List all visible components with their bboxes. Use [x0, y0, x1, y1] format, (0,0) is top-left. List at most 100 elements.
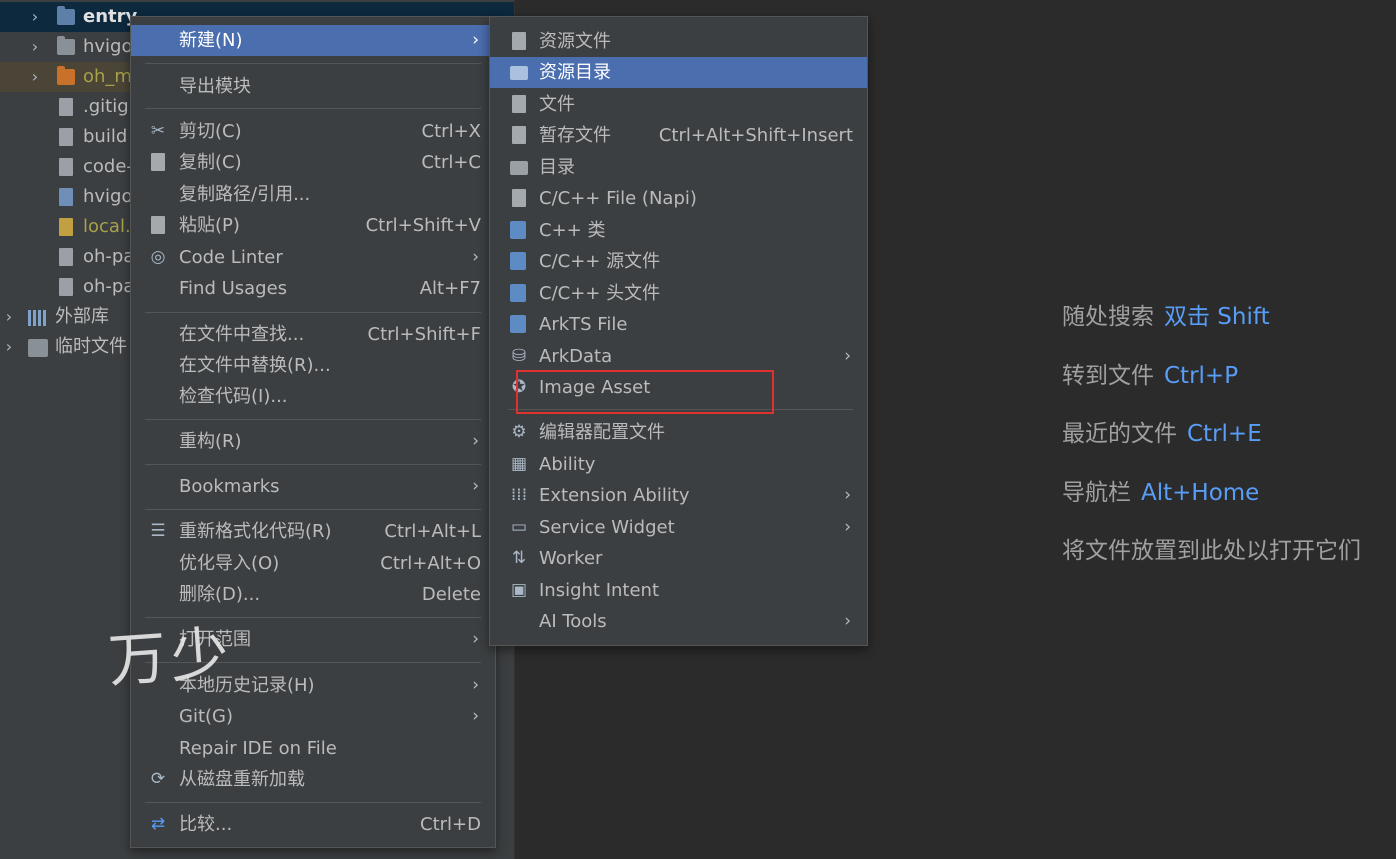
submenu-arrow-icon: ›	[844, 611, 851, 631]
menu-item-shortcut: Ctrl+X	[421, 121, 481, 142]
hint-shortcut: 双击 Shift	[1164, 304, 1270, 330]
menu-item-extension-ability[interactable]: ⁞⁞⁞ Extension Ability ›	[490, 480, 867, 511]
menu-item-cpp-class[interactable]: C++ 类	[490, 215, 867, 246]
menu-item-cut[interactable]: ✂ 剪切(C) Ctrl+X	[131, 116, 495, 147]
hint-shortcut: Ctrl+P	[1164, 363, 1239, 389]
cpp-header-icon	[510, 284, 526, 302]
menu-item-compare[interactable]: ⇄ 比较... Ctrl+D	[131, 809, 495, 840]
menu-item-label: AI Tools	[539, 611, 607, 632]
hint-shortcut: Ctrl+E	[1187, 421, 1262, 447]
copy-icon	[151, 153, 165, 171]
menu-item-inspect-code[interactable]: 检查代码(I)...	[131, 381, 495, 412]
paste-icon	[151, 216, 165, 234]
menu-item-shortcut: Ctrl+Shift+F	[367, 324, 481, 345]
menu-item-label: 编辑器配置文件	[539, 422, 665, 443]
menu-item-copy[interactable]: 复制(C) Ctrl+C	[131, 147, 495, 178]
menu-item-optimize-imports[interactable]: 优化导入(O) Ctrl+Alt+O	[131, 548, 495, 579]
menu-item-git[interactable]: Git(G) ›	[131, 701, 495, 732]
menu-item-cpp-header[interactable]: C/C++ 头文件	[490, 278, 867, 309]
folder-icon	[57, 66, 75, 85]
cpp-source-icon	[510, 252, 526, 270]
menu-item-replace-in-files[interactable]: 在文件中替换(R)...	[131, 350, 495, 381]
menu-item-insight-intent[interactable]: ▣ Insight Intent	[490, 575, 867, 606]
menu-item-editorconfig[interactable]: ⚙ 编辑器配置文件	[490, 417, 867, 448]
menu-separator	[145, 509, 481, 510]
folder-icon	[57, 36, 75, 55]
menu-item-file[interactable]: 文件	[490, 89, 867, 120]
menu-item-directory[interactable]: 目录	[490, 152, 867, 183]
extension-ability-icon: ⁞⁞⁞	[510, 485, 528, 505]
menu-item-service-widget[interactable]: ▭ Service Widget ›	[490, 512, 867, 543]
menu-item-scratch-file[interactable]: 暂存文件 Ctrl+Alt+Shift+Insert	[490, 120, 867, 151]
file-icon	[59, 98, 73, 116]
menu-item-arkdata[interactable]: ⛁ ArkData ›	[490, 341, 867, 372]
menu-item-bookmarks[interactable]: Bookmarks ›	[131, 471, 495, 502]
ts-file-icon	[59, 188, 73, 206]
reformat-icon: ☰	[150, 521, 166, 541]
submenu-arrow-icon: ›	[472, 675, 479, 695]
menu-item-label: 在文件中查找...	[179, 324, 305, 345]
menu-item-resource-directory[interactable]: 资源目录	[490, 57, 867, 88]
expand-arrow-icon[interactable]: ›	[28, 2, 42, 32]
tree-item-label: local.	[83, 216, 131, 237]
config-file-icon	[59, 128, 73, 146]
hint-drop-files: 将文件放置到此处以打开它们	[1062, 531, 1361, 565]
menu-item-label: Worker	[539, 548, 603, 569]
hint-text: 导航栏	[1062, 480, 1131, 506]
menu-item-label: 资源文件	[539, 31, 611, 52]
hint-search-everywhere: 随处搜索 双击 Shift	[1062, 297, 1270, 331]
menu-item-cpp-source[interactable]: C/C++ 源文件	[490, 246, 867, 277]
menu-item-label: 复制路径/引用...	[179, 184, 311, 205]
menu-item-find-in-files[interactable]: 在文件中查找... Ctrl+Shift+F	[131, 319, 495, 350]
reload-icon: ⟳	[150, 769, 166, 789]
menu-item-label: 在文件中替换(R)...	[179, 355, 331, 376]
menu-item-label: 新建(N)	[179, 30, 243, 51]
properties-file-icon	[59, 218, 73, 236]
menu-item-ai-tools[interactable]: AI Tools ›	[490, 606, 867, 637]
cpp-class-icon	[510, 221, 526, 239]
menu-item-find-usages[interactable]: Find Usages Alt+F7	[131, 273, 495, 304]
menu-item-copy-path[interactable]: 复制路径/引用...	[131, 179, 495, 210]
menu-item-label: 从磁盘重新加载	[179, 769, 305, 790]
menu-item-shortcut: Ctrl+C	[421, 152, 481, 173]
menu-item-repair-ide[interactable]: Repair IDE on File	[131, 733, 495, 764]
expand-arrow-icon[interactable]: ›	[28, 62, 42, 92]
c-file-icon	[512, 189, 526, 207]
menu-item-reformat-code[interactable]: ☰ 重新格式化代码(R) Ctrl+Alt+L	[131, 516, 495, 547]
menu-item-label: 粘贴(P)	[179, 215, 240, 236]
menu-item-ability[interactable]: ▦ Ability	[490, 449, 867, 480]
menu-item-export-module[interactable]: 导出模块	[131, 71, 495, 102]
menu-item-shortcut: Ctrl+Alt+O	[380, 553, 481, 574]
menu-item-label: C/C++ 头文件	[539, 283, 661, 304]
menu-item-code-linter[interactable]: ◎ Code Linter ›	[131, 242, 495, 273]
expand-arrow-icon[interactable]: ›	[28, 32, 42, 62]
config-file-icon	[59, 278, 73, 296]
menu-item-paste[interactable]: 粘贴(P) Ctrl+Shift+V	[131, 210, 495, 241]
resource-file-icon	[512, 32, 526, 50]
expand-arrow-icon[interactable]: ›	[2, 302, 16, 332]
menu-item-label: Extension Ability	[539, 485, 690, 506]
menu-item-new[interactable]: 新建(N) ›	[131, 25, 495, 56]
menu-item-worker[interactable]: ⇅ Worker	[490, 543, 867, 574]
menu-item-reload-from-disk[interactable]: ⟳ 从磁盘重新加载	[131, 764, 495, 795]
menu-item-shortcut: Ctrl+Shift+V	[365, 215, 481, 236]
tree-item-label: .gitig	[83, 96, 129, 117]
menu-item-label: Code Linter	[179, 247, 283, 268]
scissors-icon: ✂	[150, 121, 166, 141]
submenu-arrow-icon: ›	[844, 346, 851, 366]
menu-item-shortcut: Alt+F7	[419, 278, 481, 299]
menu-item-label: 剪切(C)	[179, 121, 242, 142]
tree-item-label: code-	[83, 156, 133, 177]
menu-item-resource-file[interactable]: 资源文件	[490, 26, 867, 57]
module-folder-icon	[57, 6, 75, 25]
expand-arrow-icon[interactable]: ›	[2, 332, 16, 362]
menu-item-delete[interactable]: 删除(D)... Delete	[131, 579, 495, 610]
submenu-arrow-icon: ›	[844, 517, 851, 537]
menu-item-refactor[interactable]: 重构(R) ›	[131, 426, 495, 457]
worker-icon: ⇅	[511, 548, 527, 568]
widget-icon: ▭	[510, 517, 528, 537]
ability-icon: ▦	[510, 454, 528, 474]
menu-item-cpp-napi[interactable]: C/C++ File (Napi)	[490, 183, 867, 214]
menu-item-arkts-file[interactable]: ArkTS File	[490, 309, 867, 340]
gear-icon: ⚙	[511, 422, 527, 442]
